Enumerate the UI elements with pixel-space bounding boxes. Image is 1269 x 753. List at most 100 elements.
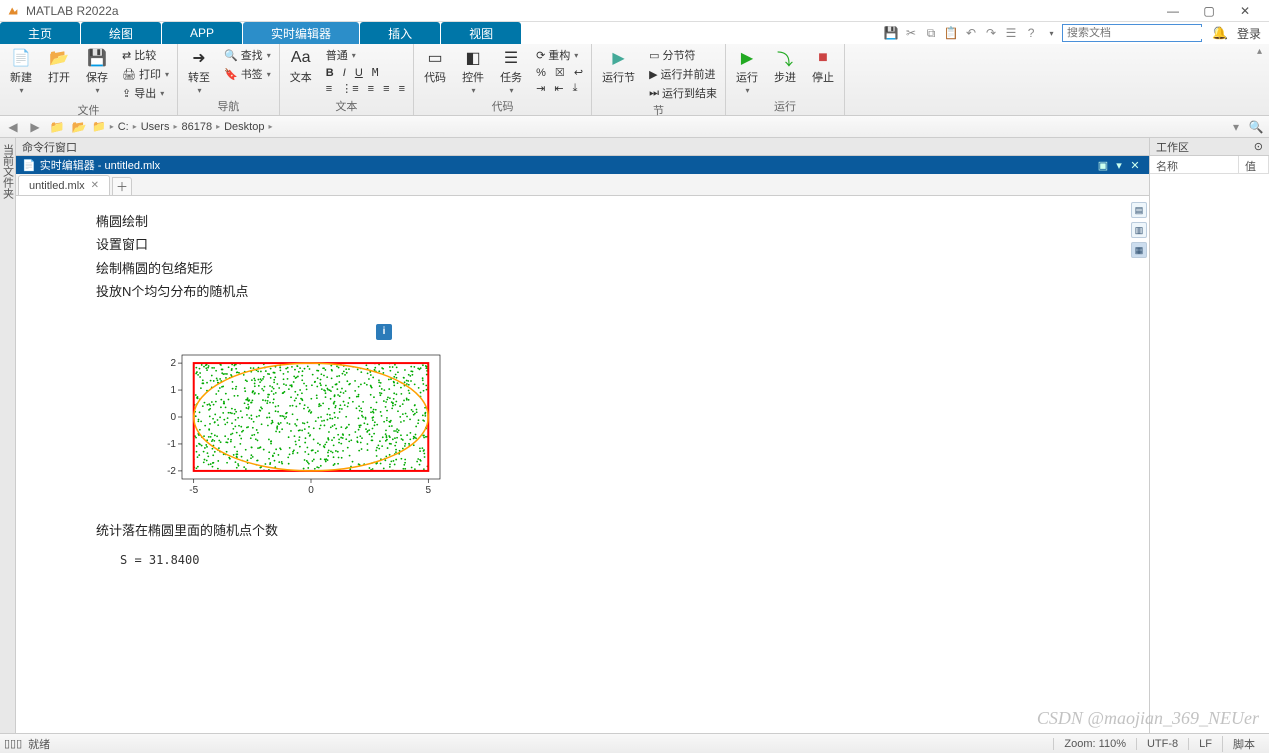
mono-button[interactable]: M bbox=[372, 66, 379, 79]
tab-insert[interactable]: 插入 bbox=[360, 22, 440, 44]
tab-view[interactable]: 视图 bbox=[441, 22, 521, 44]
comment-icon[interactable]: % bbox=[536, 67, 546, 79]
bullet-list-icon[interactable]: ⋮≡ bbox=[341, 82, 358, 95]
bookmark-button[interactable]: 🔖书签 bbox=[220, 65, 275, 83]
status-type[interactable]: 脚本 bbox=[1222, 736, 1265, 752]
run-to-end-button[interactable]: ⏭运行到结束 bbox=[645, 84, 721, 102]
align-center-icon[interactable]: ≡ bbox=[383, 83, 389, 95]
output-hide-icon[interactable]: ▦ bbox=[1131, 242, 1147, 258]
editor-pane[interactable]: 椭圆绘制 设置窗口 绘制椭圆的包络矩形 投放N个均匀分布的随机点 i -505-… bbox=[16, 196, 1149, 733]
step-button[interactable]: ⤵步进 bbox=[768, 46, 802, 87]
status-zoom[interactable]: Zoom: 110% bbox=[1053, 738, 1136, 750]
goto-button[interactable]: ➜转至 bbox=[182, 46, 216, 97]
uncomment-icon[interactable]: ☒ bbox=[555, 66, 565, 79]
indent-icon[interactable]: ⇥ bbox=[536, 82, 545, 95]
code-button[interactable]: ▭代码 bbox=[418, 46, 452, 87]
bold-button[interactable]: B bbox=[326, 67, 334, 79]
info-icon[interactable]: i bbox=[376, 324, 392, 340]
run-button[interactable]: ▶运行 bbox=[730, 46, 764, 97]
run-advance-button[interactable]: ▶运行并前进 bbox=[645, 65, 721, 83]
smart-indent-icon[interactable]: ⤓ bbox=[573, 82, 578, 95]
addr-search-icon[interactable]: 🔍 bbox=[1247, 118, 1265, 136]
export-button[interactable]: ⇪导出 bbox=[118, 84, 173, 102]
qat-switch-icon[interactable]: ☰ bbox=[1002, 24, 1020, 42]
crumb-seg[interactable]: C: bbox=[118, 121, 129, 133]
underline-button[interactable]: U bbox=[355, 67, 363, 79]
crumb-seg[interactable]: 86178 bbox=[181, 121, 212, 133]
notifications-icon[interactable]: 🔔 bbox=[1212, 26, 1227, 40]
close-button[interactable]: ✕ bbox=[1227, 1, 1263, 21]
dock-restore-icon[interactable]: ▣ bbox=[1095, 159, 1111, 172]
open-button[interactable]: 📂打开 bbox=[42, 46, 76, 87]
refactor-icon: ⟳ bbox=[536, 49, 545, 62]
status-encoding[interactable]: UTF-8 bbox=[1136, 738, 1188, 750]
addr-dropdown-icon[interactable]: ▾ bbox=[1227, 118, 1245, 136]
stop-button[interactable]: ■停止 bbox=[806, 46, 840, 87]
style-normal[interactable]: 普通 bbox=[322, 46, 409, 64]
workspace-menu-icon[interactable]: ⊙ bbox=[1254, 140, 1263, 153]
outdent-icon[interactable]: ⇤ bbox=[554, 82, 563, 95]
crumb-seg[interactable]: Desktop bbox=[224, 121, 264, 133]
qat-help-icon[interactable]: ? bbox=[1022, 24, 1040, 42]
output-inline-icon[interactable]: ▤ bbox=[1131, 202, 1147, 218]
tab-close-icon[interactable]: ✕ bbox=[91, 180, 99, 191]
minimize-button[interactable]: — bbox=[1155, 1, 1191, 21]
qat-paste-icon[interactable]: 📋 bbox=[942, 24, 960, 42]
open-folder-icon: 📂 bbox=[49, 48, 69, 68]
task-button[interactable]: ☰任务 bbox=[494, 46, 528, 97]
find-button[interactable]: 🔍查找 bbox=[220, 46, 275, 64]
nav-up-icon[interactable]: 📁 bbox=[48, 118, 66, 136]
compare-button[interactable]: ⇄比较 bbox=[118, 46, 173, 64]
doc-icon: 📄 bbox=[22, 159, 36, 172]
qat-redo-icon[interactable]: ↷ bbox=[982, 24, 1000, 42]
login-button[interactable]: 登录 bbox=[1237, 25, 1261, 42]
svg-text:5: 5 bbox=[425, 485, 431, 496]
run-section-button[interactable]: ▶运行节 bbox=[596, 46, 641, 87]
workspace-columns[interactable]: 名称 值 bbox=[1150, 156, 1269, 174]
maximize-button[interactable]: ▢ bbox=[1191, 1, 1227, 21]
section-break-button[interactable]: ▭分节符 bbox=[645, 46, 721, 64]
tab-app[interactable]: APP bbox=[162, 22, 242, 44]
command-window-header[interactable]: 命令行窗口 bbox=[16, 138, 1149, 156]
nav-back-icon[interactable]: ◀ bbox=[4, 118, 22, 136]
print-button[interactable]: 🖨打印 bbox=[118, 65, 173, 83]
doc-tab[interactable]: untitled.mlx ✕ bbox=[18, 175, 110, 195]
export-icon: ⇪ bbox=[122, 87, 131, 100]
run-section-icon: ▶ bbox=[609, 48, 629, 68]
status-eol[interactable]: LF bbox=[1188, 738, 1222, 750]
dock-close-icon[interactable]: ✕ bbox=[1127, 159, 1143, 172]
nav-browse-icon[interactable]: 📂 bbox=[70, 118, 88, 136]
qat-undo-icon[interactable]: ↶ bbox=[962, 24, 980, 42]
toolstrip-collapse-icon[interactable]: ▴ bbox=[1257, 46, 1267, 57]
svg-text:1: 1 bbox=[170, 385, 176, 396]
col-value[interactable]: 值 bbox=[1239, 156, 1269, 173]
text-button[interactable]: Aa文本 bbox=[284, 46, 318, 87]
doc-search-input[interactable] bbox=[1063, 27, 1213, 39]
refactor-button[interactable]: ⟳重构 bbox=[532, 46, 587, 64]
tab-live-editor[interactable]: 实时编辑器 bbox=[243, 22, 359, 44]
nav-fwd-icon[interactable]: ▶ bbox=[26, 118, 44, 136]
breadcrumb[interactable]: 📁 ▸ C:▸ Users▸ 86178▸ Desktop▸ bbox=[92, 120, 1223, 133]
wrap-icon[interactable]: ↩ bbox=[574, 66, 583, 79]
doc-search[interactable]: 🔍 bbox=[1062, 24, 1202, 42]
dock-menu-icon[interactable]: ▾ bbox=[1111, 159, 1127, 172]
add-tab-button[interactable]: ＋ bbox=[112, 177, 132, 195]
italic-button[interactable]: I bbox=[343, 67, 346, 79]
text-icon: Aa bbox=[291, 48, 311, 68]
control-button[interactable]: ◧控件 bbox=[456, 46, 490, 97]
qat-cut-icon[interactable]: ✂ bbox=[902, 24, 920, 42]
qat-save-icon[interactable]: 💾 bbox=[882, 24, 900, 42]
qat-dropdown[interactable] bbox=[1042, 24, 1060, 42]
crumb-seg[interactable]: Users bbox=[141, 121, 170, 133]
tab-plot[interactable]: 绘图 bbox=[81, 22, 161, 44]
output-right-icon[interactable]: ▥ bbox=[1131, 222, 1147, 238]
align-right-icon[interactable]: ≡ bbox=[399, 83, 405, 95]
align-left-icon[interactable]: ≡ bbox=[368, 83, 374, 95]
qat-copy-icon[interactable]: ⧉ bbox=[922, 24, 940, 42]
tab-home[interactable]: 主页 bbox=[0, 22, 80, 44]
col-name[interactable]: 名称 bbox=[1150, 156, 1239, 173]
numbered-list-icon[interactable]: ≡ bbox=[326, 83, 332, 95]
current-folder-tab[interactable]: 当前文件夹 bbox=[0, 138, 16, 733]
new-button[interactable]: 📄新建 bbox=[4, 46, 38, 97]
save-button[interactable]: 💾保存 bbox=[80, 46, 114, 97]
